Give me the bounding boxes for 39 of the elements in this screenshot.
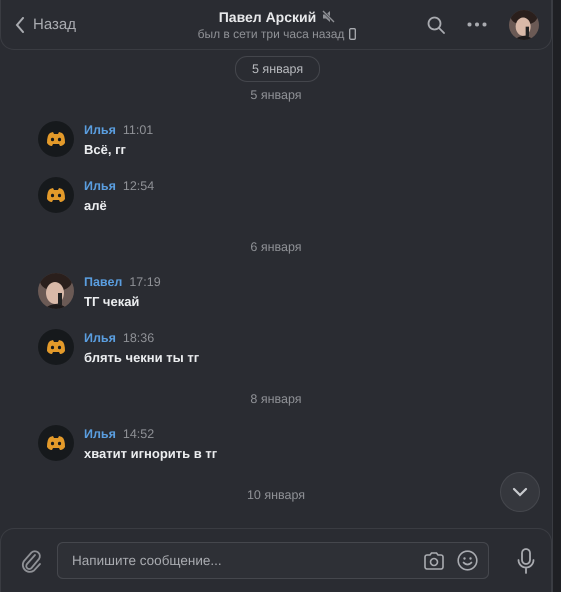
author-name[interactable]: Илья — [84, 427, 116, 441]
author-name[interactable]: Илья — [84, 331, 116, 345]
more-button[interactable] — [467, 22, 487, 27]
game-controller-icon — [38, 121, 74, 157]
date-divider: 6 января — [250, 240, 302, 254]
game-controller-icon — [38, 177, 74, 213]
author-name[interactable]: Илья — [84, 179, 116, 193]
date-divider: 8 января — [250, 392, 302, 406]
date-divider: 5 января — [250, 88, 302, 102]
phone-icon — [349, 28, 356, 40]
camera-icon[interactable] — [423, 552, 445, 570]
attach-button[interactable] — [21, 548, 43, 572]
back-button[interactable]: Назад — [15, 16, 155, 33]
last-seen-status: был в сети три часа назад — [198, 26, 344, 40]
author-name[interactable]: Павел — [84, 275, 122, 289]
game-controller-icon — [38, 329, 74, 365]
message-time: 12:54 — [122, 179, 154, 193]
message-time: 17:19 — [129, 275, 161, 289]
message-text: алё — [84, 198, 108, 213]
floating-date: 5 января — [235, 56, 320, 82]
message-text: ТГ чекай — [84, 294, 140, 309]
message-time: 18:36 — [122, 331, 154, 345]
search-button[interactable] — [427, 16, 445, 34]
chat-title: Павел Арский — [218, 8, 316, 24]
microphone-button[interactable] — [517, 548, 535, 574]
message-input[interactable]: Напишите сообщение... — [70, 552, 411, 569]
message-text: хватит игнорить в тг — [84, 446, 218, 461]
message-text: Всё, гг — [84, 142, 127, 157]
message-text: блять чекни ты тг — [84, 350, 200, 365]
smiley-icon[interactable] — [457, 550, 478, 571]
author-name[interactable]: Илья — [84, 123, 116, 137]
chevron-left-icon — [15, 16, 25, 32]
message-time: 11:01 — [122, 123, 154, 137]
chevron-down-icon — [512, 487, 528, 497]
date-divider: 10 января — [246, 488, 306, 502]
message-time: 14:52 — [122, 427, 154, 441]
scroll-down-button[interactable] — [500, 472, 540, 512]
game-controller-icon — [38, 425, 74, 461]
message-field[interactable]: Напишите сообщение... — [57, 542, 489, 579]
